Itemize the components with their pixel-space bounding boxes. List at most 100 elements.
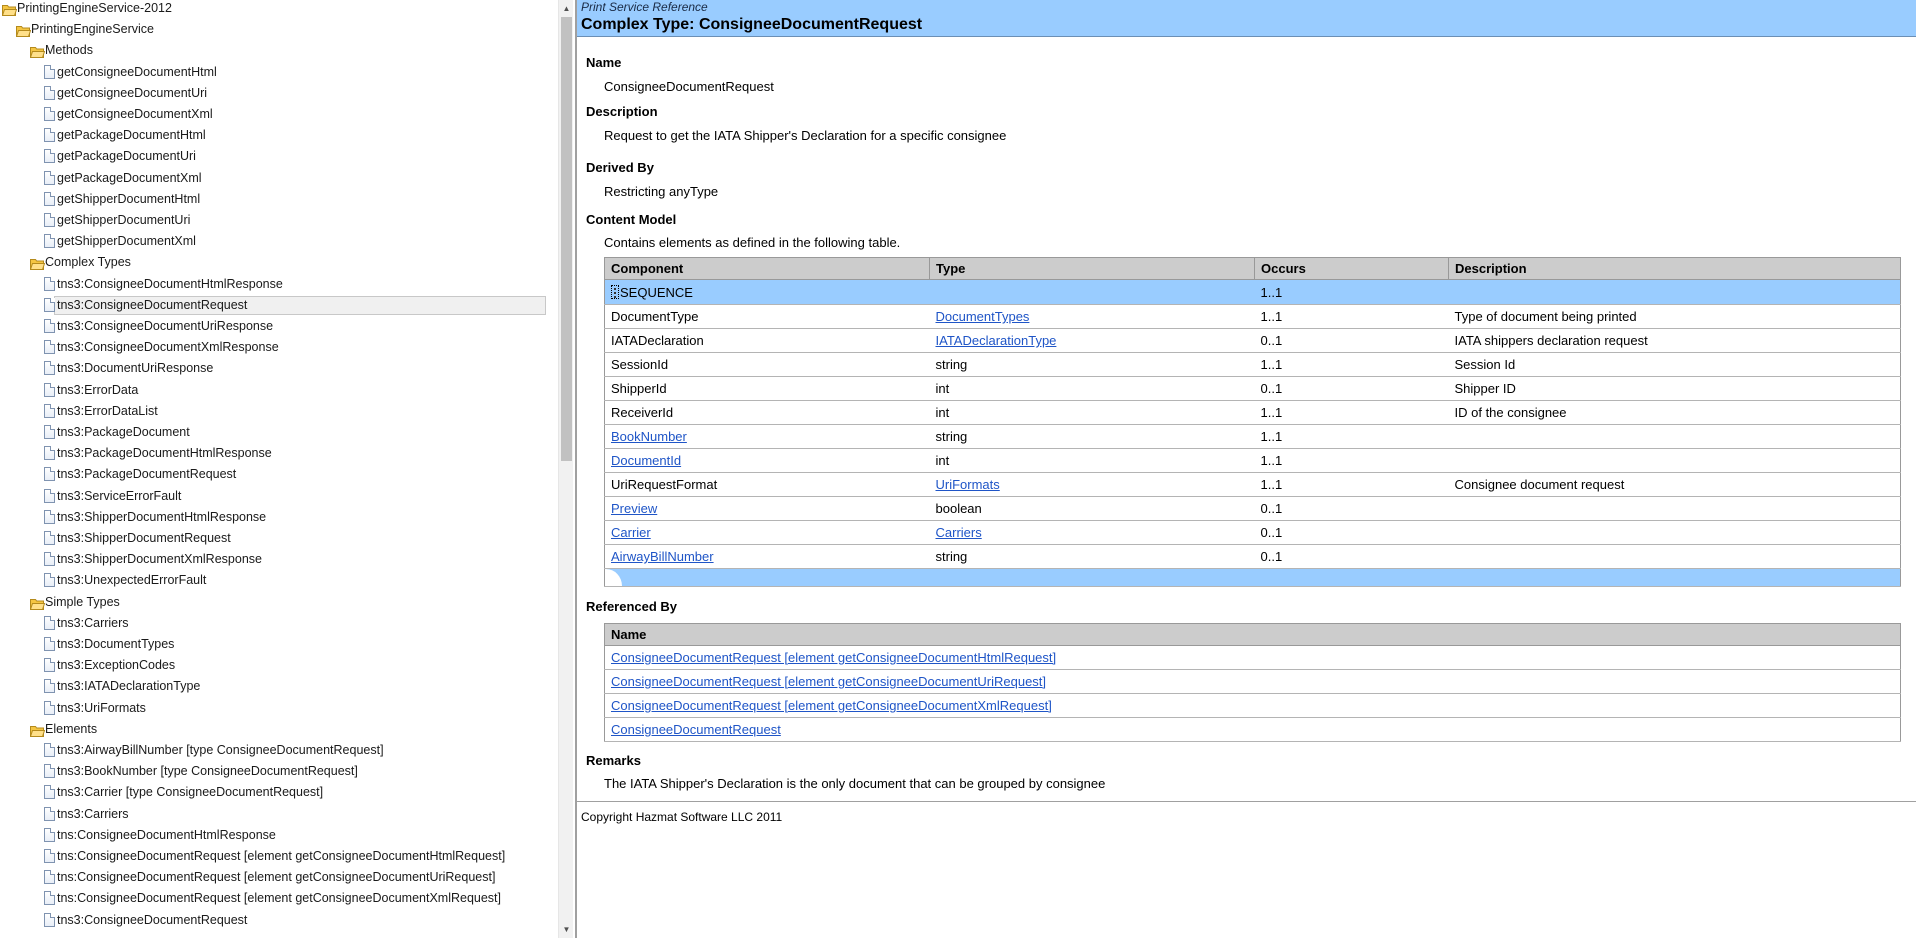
document-icon <box>44 531 55 545</box>
document-icon <box>44 361 55 376</box>
content-model-heading: Content Model <box>586 212 677 227</box>
component-cell-link[interactable]: DocumentId <box>611 453 681 468</box>
document-icon <box>44 170 55 185</box>
type-cell-link[interactable]: UriFormats <box>936 477 1000 492</box>
tree-item[interactable]: tns:ConsigneeDocumentHtmlResponse <box>0 825 546 846</box>
copyright-text: Copyright Hazmat Software LLC 2011 <box>581 810 783 824</box>
document-icon <box>44 785 55 800</box>
sequence-cell: SEQUENCE <box>604 279 930 305</box>
tree-folder[interactable]: PrintingEngineService-2012 <box>0 0 546 19</box>
tree-folder[interactable]: Complex Types <box>0 252 546 273</box>
tree-item-label: tns3:ConsigneeDocumentHtmlResponse <box>57 276 283 291</box>
referenced-by-link[interactable]: ConsigneeDocumentRequest [element getCon… <box>611 650 1056 665</box>
component-cell-link[interactable]: Preview <box>611 501 657 516</box>
sequence-footer-notch <box>605 569 623 586</box>
tree-scrollbar[interactable]: ▲ ▼ <box>558 0 573 938</box>
tree-item-label: tns3:ServiceErrorFault <box>57 488 182 503</box>
tree-item[interactable]: tns:ConsigneeDocumentRequest [element ge… <box>0 846 546 867</box>
tree-item[interactable]: getShipperDocumentUri <box>0 210 546 231</box>
tree-item[interactable]: tns:ConsigneeDocumentRequest [element ge… <box>0 888 546 909</box>
scroll-up-arrow-icon[interactable]: ▲ <box>559 0 574 17</box>
occurs-cell: 1..1 <box>1260 429 1283 444</box>
tree-item[interactable]: getShipperDocumentXml <box>0 231 546 252</box>
tree-item-label: PrintingEngineService-2012 <box>17 1 172 15</box>
type-cell-link[interactable]: IATADeclarationType <box>936 333 1057 348</box>
tree-item[interactable]: tns3:ConsigneeDocumentHtmlResponse <box>0 274 546 295</box>
tree-item[interactable]: tns3:ErrorDataList <box>0 401 546 422</box>
tree-item[interactable]: getPackageDocumentHtml <box>0 125 546 146</box>
tree-item[interactable]: tns3:PackageDocumentRequest <box>0 464 546 485</box>
tree-item[interactable]: tns3:ShipperDocumentHtmlResponse <box>0 507 546 528</box>
tree-item[interactable]: tns3:DocumentTypes <box>0 634 546 655</box>
tree-folder[interactable]: PrintingEngineService <box>0 19 546 40</box>
tree-item[interactable]: getPackageDocumentXml <box>0 168 546 189</box>
folder-open-icon <box>29 256 46 271</box>
tree-item[interactable]: tns3:ExceptionCodes <box>0 655 546 676</box>
tree-item[interactable]: tns3:BookNumber [type ConsigneeDocumentR… <box>0 761 546 782</box>
tree-item[interactable]: tns3:DocumentUriResponse <box>0 358 546 379</box>
tree-item[interactable]: tns3:IATADeclarationType <box>0 676 546 697</box>
occurs-cell: 0..1 <box>1260 333 1283 348</box>
occurs-cell: 1..1 <box>1260 405 1283 420</box>
column-header-occurs: Occurs <box>1254 257 1449 280</box>
tree-item[interactable]: tns3:ConsigneeDocumentXmlResponse <box>0 337 546 358</box>
occurs-cell: 1..1 <box>1260 357 1283 372</box>
component-cell-link[interactable]: Carrier <box>611 525 651 540</box>
sequence-label: SEQUENCE <box>620 284 693 300</box>
type-cell-link[interactable]: DocumentTypes <box>936 309 1030 324</box>
referenced-by-link[interactable]: ConsigneeDocumentRequest <box>611 722 781 737</box>
tree-item[interactable]: tns3:ErrorData <box>0 380 546 401</box>
sequence-group-row: SEQUENCE 1..1 <box>604 279 1901 305</box>
referenced-by-link[interactable]: ConsigneeDocumentRequest [element getCon… <box>611 698 1052 713</box>
occurs-cell: 1..1 <box>1260 309 1283 324</box>
tree-item[interactable]: tns3:ShipperDocumentRequest <box>0 528 546 549</box>
tree-item[interactable]: tns3:PackageDocument <box>0 422 546 443</box>
referenced-by-link[interactable]: ConsigneeDocumentRequest [element getCon… <box>611 674 1046 689</box>
type-cell: string <box>935 357 968 372</box>
page-title: Complex Type: ConsigneeDocumentRequest <box>581 16 923 33</box>
component-cell-link[interactable]: BookNumber <box>611 429 687 444</box>
tree-item[interactable]: tns3:ConsigneeDocumentRequest <box>0 295 546 316</box>
component-cell-link[interactable]: AirwayBillNumber <box>611 549 714 564</box>
tree-item-label: Simple Types <box>45 594 120 609</box>
tree-item[interactable]: tns3:UriFormats <box>0 698 546 719</box>
tree-item[interactable]: getConsigneeDocumentXml <box>0 104 546 125</box>
tree-item[interactable]: tns3:Carrier [type ConsigneeDocumentRequ… <box>0 782 546 803</box>
tree-item[interactable]: tns:ConsigneeDocumentRequest [element ge… <box>0 867 546 888</box>
scroll-down-arrow-icon[interactable]: ▼ <box>559 921 574 938</box>
type-cell-link[interactable]: Carriers <box>936 525 982 540</box>
tree-item-label: tns3:ErrorDataList <box>57 403 158 418</box>
tree-item[interactable]: tns3:ServiceErrorFault <box>0 486 546 507</box>
document-icon <box>44 637 55 651</box>
document-icon <box>44 467 55 482</box>
tree-folder[interactable]: Methods <box>0 40 546 61</box>
tree-item[interactable]: tns3:ShipperDocumentXmlResponse <box>0 549 546 570</box>
tree-item[interactable]: tns3:UnexpectedErrorFault <box>0 570 546 591</box>
tree-item[interactable]: tns3:AirwayBillNumber [type ConsigneeDoc… <box>0 740 546 761</box>
tree-item[interactable]: tns3:Carriers <box>0 613 546 634</box>
referenced-by-row: ConsigneeDocumentRequest [element getCon… <box>604 645 1901 670</box>
tree-item[interactable]: tns3:ConsigneeDocumentUriResponse <box>0 316 546 337</box>
tree-item-label: getPackageDocumentXml <box>57 170 202 185</box>
tree-item[interactable]: getPackageDocumentUri <box>0 146 546 167</box>
tree-item[interactable]: getConsigneeDocumentHtml <box>0 62 546 83</box>
document-icon <box>44 743 55 757</box>
component-cell: ReceiverId <box>611 405 674 420</box>
content-model-row: ReceiverId int 1..1 ID of the consignee <box>604 400 1901 425</box>
tree-folder[interactable]: Simple Types <box>0 592 546 613</box>
tree-item-label: getPackageDocumentHtml <box>57 128 206 143</box>
tree-item-label: tns3:Carriers <box>57 806 129 821</box>
tree-item[interactable]: tns3:Carriers <box>0 804 546 825</box>
scrollbar-thumb[interactable] <box>561 17 572 461</box>
tree-item[interactable]: getConsigneeDocumentUri <box>0 83 546 104</box>
description-cell: Shipper ID <box>1454 381 1516 396</box>
tree-folder[interactable]: Elements <box>0 719 546 740</box>
document-icon <box>44 615 55 630</box>
tree-item[interactable]: tns3:PackageDocumentHtmlResponse <box>0 443 546 464</box>
tree-item[interactable]: tns3:ConsigneeDocumentRequest <box>0 910 546 931</box>
component-cell: IATADeclaration <box>611 333 704 348</box>
tree-item-label: tns3:ConsigneeDocumentRequest <box>57 912 248 927</box>
tree-item[interactable]: getShipperDocumentHtml <box>0 189 546 210</box>
folder-open-icon <box>29 723 46 737</box>
referenced-by-row: ConsigneeDocumentRequest <box>604 717 1901 742</box>
